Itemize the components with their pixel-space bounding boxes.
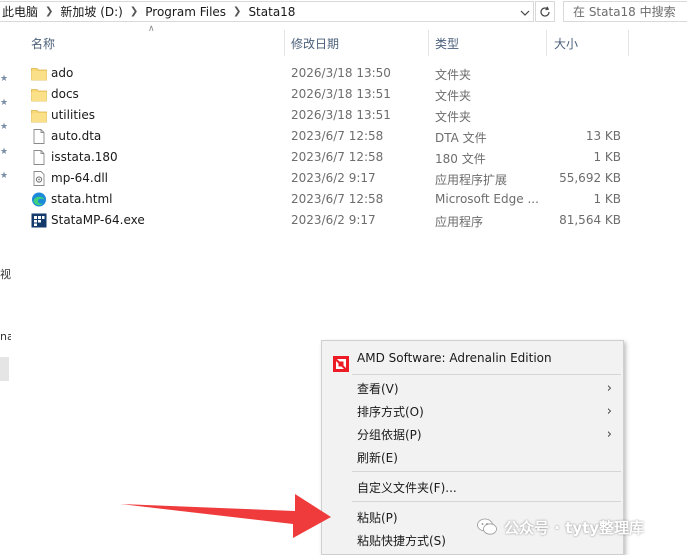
watermark: 公众号 · tyty整理库 [476,512,644,542]
wechat-icon [477,518,497,535]
red-arrow-pointer [120,494,331,538]
